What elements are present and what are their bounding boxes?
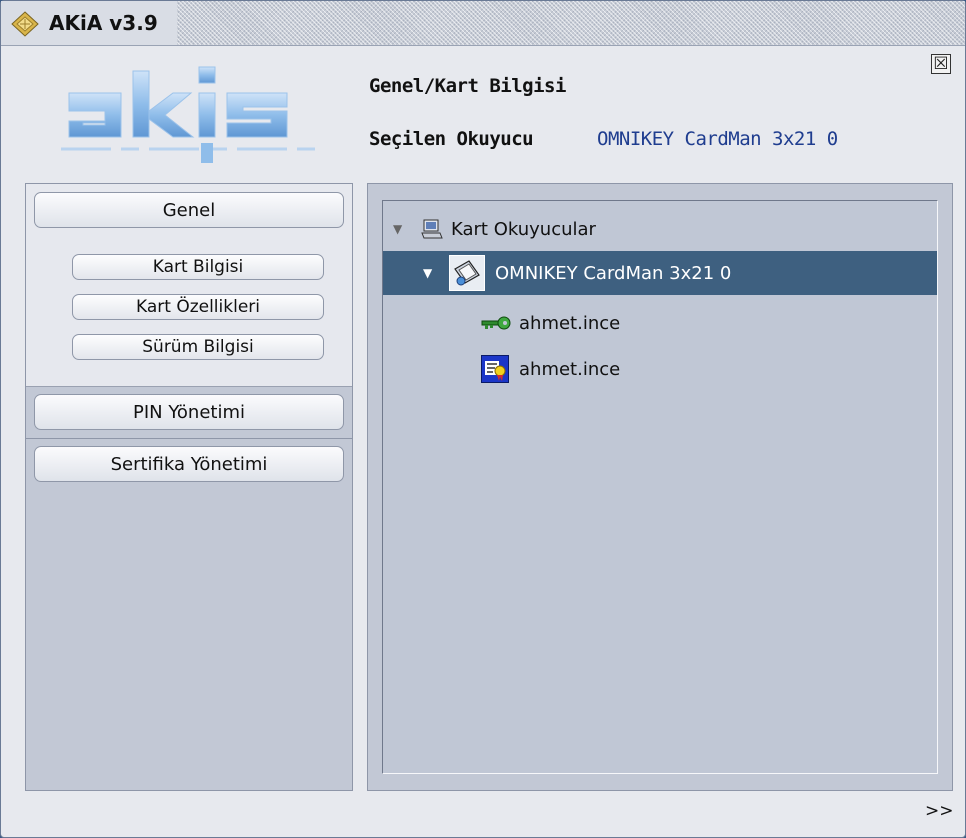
- sertifika-yonetimi-button[interactable]: Sertifika Yönetimi: [34, 446, 344, 482]
- tree-root-label: Kart Okuyucular: [451, 218, 596, 240]
- sidebar-divider: [26, 438, 352, 439]
- expand-more-button[interactable]: >>: [925, 801, 954, 821]
- window-title: AKiA v3.9: [49, 11, 158, 35]
- certificate-icon: [481, 355, 509, 383]
- tree-reader-label: OMNIKEY CardMan 3x21 0: [495, 262, 732, 284]
- expand-arrow-icon[interactable]: ▼: [423, 266, 432, 280]
- akis-logo: [61, 66, 321, 163]
- tree-child-label: ahmet.ince: [519, 312, 621, 334]
- tree-reader-row[interactable]: ▼ OMNIKEY CardMan 3x21 0: [383, 251, 937, 295]
- tree-child-label: ahmet.ince: [519, 358, 621, 380]
- reader-tree[interactable]: ▼ Kart Okuyucular ▼ OMNIKEY CardMan 3x21…: [382, 200, 938, 774]
- genel-button[interactable]: Genel: [34, 192, 344, 228]
- tree-child-row[interactable]: ahmet.ince: [383, 347, 937, 391]
- kart-ozellikleri-button[interactable]: Kart Özellikleri: [72, 294, 324, 320]
- selected-reader-value: OMNIKEY CardMan 3x21 0: [597, 128, 838, 150]
- app-window: AKiA v3.9 Genel/Kart Bilgisi Seçilen Oku…: [0, 0, 966, 838]
- selected-reader-label: Seçilen Okuyucu: [369, 128, 534, 150]
- close-icon: ☒: [933, 53, 949, 74]
- expand-arrow-icon[interactable]: ▼: [393, 222, 402, 236]
- genel-group: Genel Kart Bilgisi Kart Özellikleri Sürü…: [26, 184, 352, 387]
- app-chip-icon: [11, 11, 39, 37]
- section-title: Genel/Kart Bilgisi: [369, 75, 566, 97]
- title-bar[interactable]: AKiA v3.9: [1, 1, 965, 46]
- close-button[interactable]: ☒: [931, 54, 951, 74]
- computer-icon: [421, 219, 443, 239]
- tree-child-row[interactable]: ahmet.ince: [383, 301, 937, 345]
- kart-bilgisi-button[interactable]: Kart Bilgisi: [72, 254, 324, 280]
- card-reader-icon: [449, 255, 485, 291]
- sidebar: Genel Kart Bilgisi Kart Özellikleri Sürü…: [25, 183, 353, 791]
- title-area: AKiA v3.9: [1, 1, 177, 45]
- key-icon: [481, 316, 511, 330]
- tree-root-row[interactable]: ▼ Kart Okuyucular: [383, 207, 937, 251]
- content-panel: ▼ Kart Okuyucular ▼ OMNIKEY CardMan 3x21…: [367, 183, 953, 791]
- surum-bilgisi-button[interactable]: Sürüm Bilgisi: [72, 334, 324, 360]
- pin-yonetimi-button[interactable]: PIN Yönetimi: [34, 394, 344, 430]
